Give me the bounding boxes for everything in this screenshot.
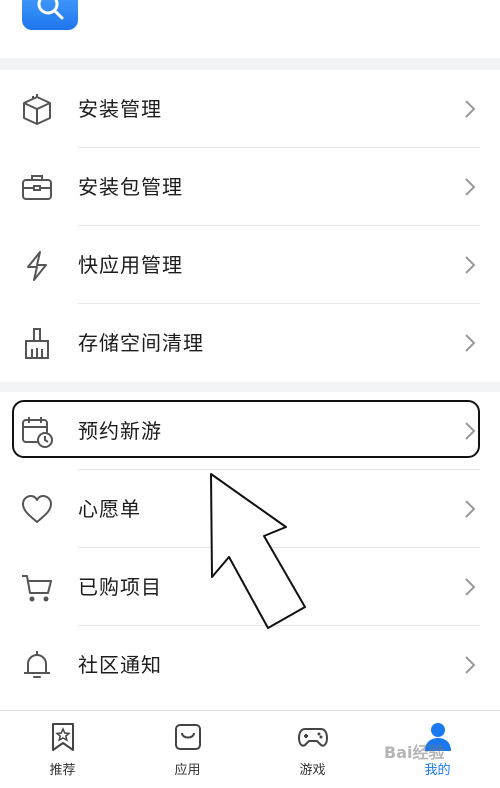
tab-apps[interactable]: 应用: [125, 711, 250, 788]
heart-icon: [20, 493, 54, 527]
top-header: [0, 0, 500, 58]
chevron-right-icon: [465, 422, 476, 440]
chevron-right-icon: [465, 500, 476, 518]
menu-item-purchased[interactable]: 已购项目: [0, 548, 500, 626]
menu-item-label: 安装包管理: [78, 175, 183, 199]
tab-label: 推荐: [49, 763, 76, 778]
tab-label: 应用: [174, 763, 201, 778]
bell-icon: [20, 649, 54, 683]
chevron-right-icon: [465, 334, 476, 352]
menu-item-package-manage[interactable]: 安装包管理: [0, 148, 500, 226]
menu-item-label: 快应用管理: [78, 253, 183, 277]
tab-games[interactable]: 游戏: [250, 711, 375, 788]
bookmark-star-icon: [52, 723, 74, 751]
menu-item-storage-clean[interactable]: 存储空间清理: [0, 304, 500, 382]
menu-item-community-notice[interactable]: 社区通知: [0, 626, 500, 704]
menu-item-quick-app-manage[interactable]: 快应用管理: [0, 226, 500, 304]
menu-group-2: 预约新游 心愿单 已购项目 社区通知: [0, 392, 500, 710]
calendar-clock-icon: [20, 415, 54, 449]
search-icon: [37, 0, 64, 20]
watermark: Bai经验: [384, 743, 445, 762]
menu-item-label: 社区通知: [78, 653, 162, 677]
bottom-tab-bar: 推荐 应用 游戏 我的 Bai经验: [0, 710, 500, 788]
menu-item-label: 心愿单: [78, 497, 141, 521]
chevron-right-icon: [465, 100, 476, 118]
cart-icon: [20, 571, 54, 605]
tab-label: 游戏: [299, 763, 326, 778]
chevron-right-icon: [465, 256, 476, 274]
bag-icon: [175, 724, 201, 750]
brush-icon: [20, 327, 54, 361]
menu-item-game-reservation[interactable]: 预约新游: [0, 392, 500, 470]
menu-item-label: 预约新游: [78, 419, 162, 443]
tab-recommend[interactable]: 推荐: [0, 711, 125, 788]
menu-item-install-manage[interactable]: 安装管理: [0, 70, 500, 148]
briefcase-icon: [20, 171, 54, 205]
chevron-right-icon: [465, 178, 476, 196]
menu-item-wishlist[interactable]: 心愿单: [0, 470, 500, 548]
menu-item-label: 安装管理: [78, 97, 162, 121]
menu-group-1: 安装管理 安装包管理 快应用管理 存储空间清理: [0, 70, 500, 382]
menu-item-label: 已购项目: [78, 575, 162, 599]
chevron-right-icon: [465, 578, 476, 596]
search-app-icon[interactable]: [22, 0, 78, 30]
package-icon: [20, 93, 54, 127]
chevron-right-icon: [465, 656, 476, 674]
lightning-icon: [20, 249, 54, 283]
menu-item-label: 存储空间清理: [78, 331, 204, 355]
gamepad-icon: [298, 728, 328, 747]
